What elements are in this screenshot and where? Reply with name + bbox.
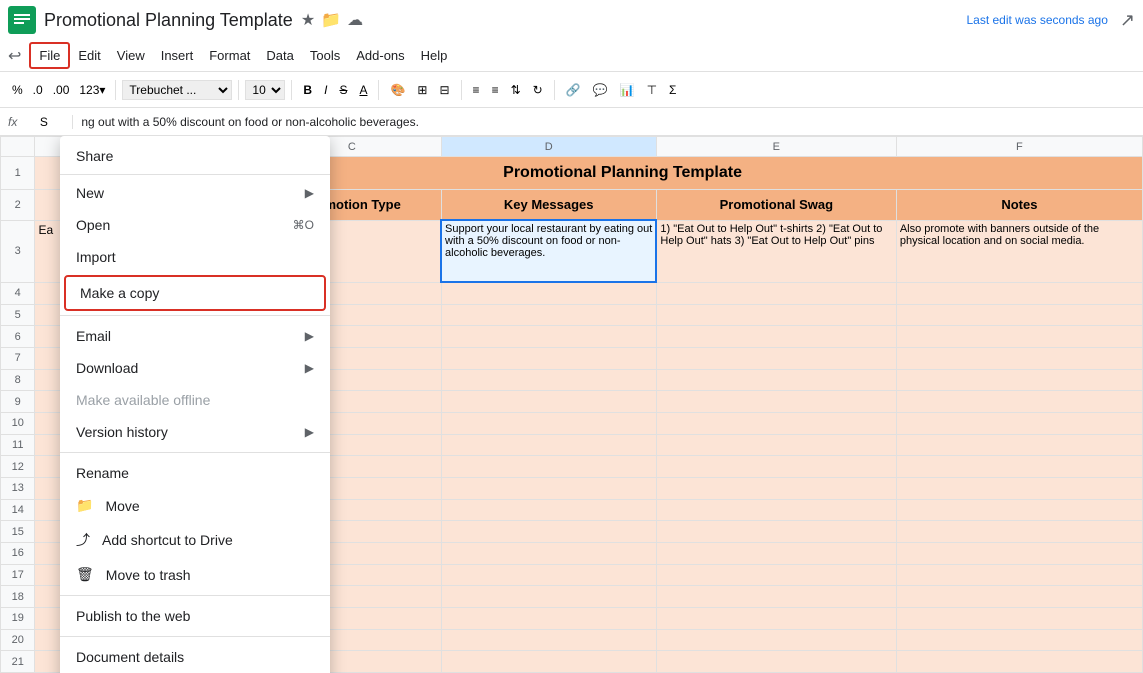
menu-new[interactable]: New ▶	[60, 177, 330, 209]
doc-title: Promotional Planning Template	[44, 10, 293, 31]
publish-label: Publish to the web	[76, 608, 190, 624]
formula-content: ng out with a 50% discount on food or no…	[81, 115, 419, 129]
col-header-rownum	[1, 137, 35, 157]
col-header-d[interactable]: D	[441, 137, 656, 157]
menu-item-view[interactable]: View	[109, 44, 153, 67]
move-icon: 📁	[76, 497, 93, 514]
fill-color-button[interactable]: 🎨	[385, 81, 410, 99]
move-label: Move	[105, 498, 139, 514]
cell-3d[interactable]: Support your local restaurant by eating …	[441, 220, 656, 282]
open-shortcut: ⌘O	[293, 218, 314, 232]
toolbar-123[interactable]: 123▾	[75, 81, 109, 99]
star-icon[interactable]: ★	[301, 10, 315, 30]
cell-2d-header[interactable]: Key Messages	[441, 190, 656, 221]
offline-label: Make available offline	[76, 392, 210, 408]
menu-add-shortcut[interactable]: ⤴ Add shortcut to Drive	[60, 522, 330, 558]
menu-share[interactable]: Share	[60, 140, 330, 172]
trending-icon: ↗	[1120, 10, 1135, 31]
toolbar-dot0[interactable]: .0	[29, 81, 47, 99]
function-button[interactable]: Σ	[664, 81, 681, 99]
menu-move[interactable]: 📁 Move	[60, 489, 330, 522]
cell-ref: S	[23, 115, 73, 129]
version-history-label: Version history	[76, 424, 305, 440]
undo-btn[interactable]: ↩	[8, 46, 21, 66]
menu-trash[interactable]: 🗑 Move to trash	[60, 558, 330, 591]
strikethrough-button[interactable]: S	[334, 81, 352, 99]
underline-button[interactable]: A	[354, 81, 372, 99]
doc-details-label: Document details	[76, 649, 184, 665]
add-shortcut-label: Add shortcut to Drive	[102, 532, 233, 548]
menu-item-tools[interactable]: Tools	[302, 44, 348, 67]
menu-item-format[interactable]: Format	[201, 44, 258, 67]
menu-item-help[interactable]: Help	[413, 44, 456, 67]
email-arrow-icon: ▶	[305, 329, 314, 343]
border-button[interactable]: ⊞	[412, 81, 432, 99]
cell-2f-header[interactable]: Notes	[896, 190, 1142, 221]
menu-rename[interactable]: Rename	[60, 457, 330, 489]
menu-item-addons[interactable]: Add-ons	[348, 44, 412, 67]
share-label: Share	[76, 148, 113, 164]
menu-doc-details[interactable]: Document details	[60, 641, 330, 673]
rotate-button[interactable]: ↻	[528, 81, 548, 99]
toolbar-dot00[interactable]: .00	[49, 81, 74, 99]
merge-button[interactable]: ⊟	[434, 81, 454, 99]
cell-3f[interactable]: Also promote with banners outside of the…	[896, 220, 1142, 282]
shortcut-icon: ⤴	[76, 530, 90, 550]
new-label: New	[76, 185, 305, 201]
menu-publish[interactable]: Publish to the web	[60, 600, 330, 632]
bold-button[interactable]: B	[298, 81, 317, 99]
menu-item-file[interactable]: File	[29, 42, 70, 69]
col-header-e[interactable]: E	[656, 137, 896, 157]
filter-button[interactable]: ⊤	[642, 81, 662, 99]
menu-item-data[interactable]: Data	[258, 44, 301, 67]
file-dropdown-menu: Share New ▶ Open ⌘O Import Make a copy E…	[60, 136, 330, 673]
menu-version-history[interactable]: Version history ▶	[60, 416, 330, 448]
align-left[interactable]: ≡	[468, 81, 485, 99]
row-num-1: 1	[1, 157, 35, 190]
menu-open[interactable]: Open ⌘O	[60, 209, 330, 241]
open-label: Open	[76, 217, 293, 233]
row-num-3: 3	[1, 220, 35, 282]
download-label: Download	[76, 360, 305, 376]
font-size-selector[interactable]: 10	[245, 80, 285, 100]
link-button[interactable]: 🔗	[561, 81, 586, 99]
cloud-icon[interactable]: ☁	[347, 10, 363, 30]
menu-item-insert[interactable]: Insert	[153, 44, 202, 67]
fx-label: fx	[8, 115, 17, 129]
rename-label: Rename	[76, 465, 129, 481]
menu-make-copy[interactable]: Make a copy	[64, 275, 326, 311]
folder-icon[interactable]: 📁	[321, 10, 341, 30]
menu-download[interactable]: Download ▶	[60, 352, 330, 384]
menu-import[interactable]: Import	[60, 241, 330, 273]
trash-label: Move to trash	[106, 567, 191, 583]
italic-button[interactable]: I	[319, 81, 332, 99]
sheets-logo	[8, 6, 36, 34]
menu-item-edit[interactable]: Edit	[70, 44, 108, 67]
comment-button[interactable]: 💬	[588, 81, 613, 99]
import-label: Import	[76, 249, 116, 265]
new-arrow-icon: ▶	[305, 186, 314, 200]
toolbar-percent[interactable]: %	[8, 81, 27, 99]
col-header-f[interactable]: F	[896, 137, 1142, 157]
menu-offline[interactable]: Make available offline	[60, 384, 330, 416]
version-arrow-icon: ▶	[305, 425, 314, 439]
cell-3e[interactable]: 1) "Eat Out to Help Out" t-shirts 2) "Ea…	[656, 220, 896, 282]
cell-2e-header[interactable]: Promotional Swag	[656, 190, 896, 221]
email-label: Email	[76, 328, 305, 344]
make-copy-label: Make a copy	[80, 285, 159, 301]
last-edit: Last edit was seconds ago	[966, 13, 1107, 27]
trash-icon: 🗑	[76, 566, 94, 583]
chart-button[interactable]: 📊	[615, 81, 640, 99]
valign-button[interactable]: ⇅	[506, 81, 526, 99]
align-center[interactable]: ≡	[487, 81, 504, 99]
row-num-2: 2	[1, 190, 35, 221]
download-arrow-icon: ▶	[305, 361, 314, 375]
font-selector[interactable]: Trebuchet ...	[122, 80, 232, 100]
menu-email[interactable]: Email ▶	[60, 320, 330, 352]
